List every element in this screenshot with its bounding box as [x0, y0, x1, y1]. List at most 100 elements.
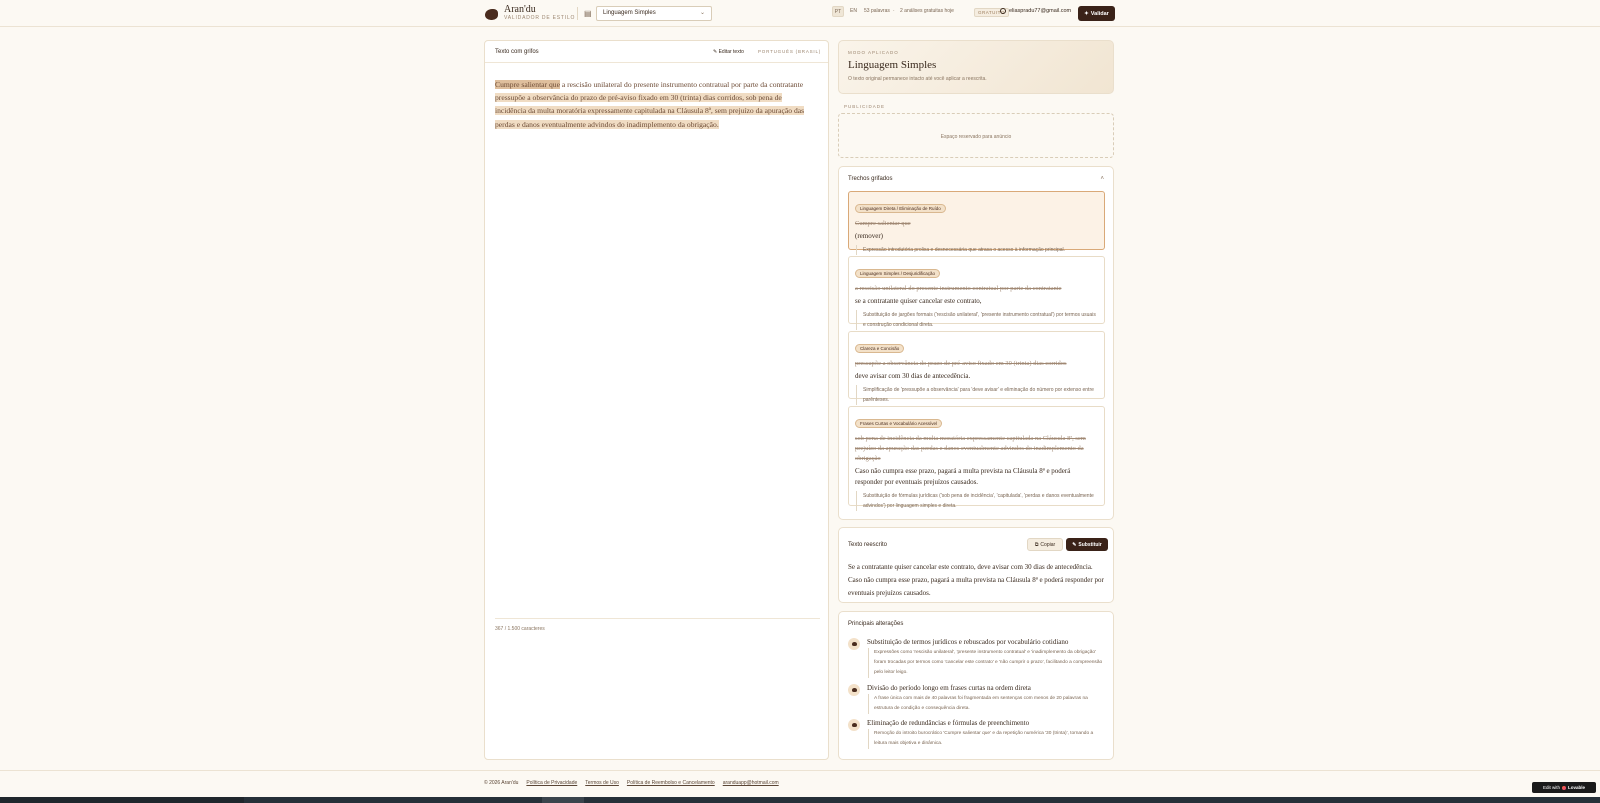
copyright: © 2026 Aran'du: [484, 780, 519, 786]
panel-header[interactable]: Trechos grifados ˄: [848, 176, 1104, 182]
lovable-logo-icon: [1562, 785, 1566, 790]
user-menu[interactable]: eliaspradu77@gmail.com: [1000, 8, 1071, 14]
refund-link[interactable]: Política de Reembolso e Cancelamento: [627, 780, 715, 786]
mode-select-value: Linguagem Simples: [603, 10, 656, 16]
sparkle-icon: ✦: [1084, 10, 1089, 17]
text-segment: a rescisão unilateral do presente instru…: [559, 80, 804, 89]
main-changes-card: Principais alterações Substituição de te…: [838, 611, 1114, 760]
change-body: Remoção do introito burocrático 'Cumpre …: [868, 729, 1104, 749]
brand-subtitle: VALIDADOR DE ESTILO: [504, 15, 576, 21]
card-title: Texto com grifos: [495, 49, 539, 55]
excerpt-tag: Frases Curtas e Vocabulário Acessível: [855, 419, 943, 428]
ad-slot[interactable]: Espaço reservado para anúncio: [838, 113, 1114, 158]
validate-label: Validar: [1090, 10, 1109, 17]
excerpt-tag: Clareza e Concisão: [855, 344, 905, 353]
excerpt-item[interactable]: Linguagem Simples / Desjuridificação a r…: [848, 256, 1105, 330]
rewritten-text: Se a contratante quiser cancelar este co…: [848, 563, 1104, 597]
mode-select[interactable]: Linguagem Simples ⌄: [596, 6, 712, 21]
os-taskbar: [0, 797, 1600, 803]
contact-email-link[interactable]: aranduapp@hotmail.com: [723, 780, 779, 786]
excerpt-tag: Linguagem Simples / Desjuridificação: [855, 269, 941, 278]
ad-placeholder-text: Espaço reservado para anúncio: [940, 134, 1012, 140]
privacy-link[interactable]: Política de Privacidade: [526, 780, 577, 786]
copy-icon: ⧉: [1034, 541, 1039, 548]
terms-link[interactable]: Termos de Uso: [585, 780, 619, 786]
excerpt-original: sob pena de incidência da multa moratóri…: [855, 435, 1086, 462]
edit-with-label: Edit with: [1542, 785, 1560, 790]
change-heading: Eliminação de redundâncias e fórmulas de…: [867, 719, 1030, 727]
applied-mode-card: MODO APLICADO Linguagem Simples O texto …: [838, 40, 1114, 94]
highlighted-text-card: Texto com grifos ✎ Editar texto PORTUGUÊ…: [484, 40, 829, 760]
panel-title: Trechos grifados: [848, 176, 893, 182]
edit-with-lovable-badge[interactable]: Edit with Lovable: [1532, 782, 1596, 793]
top-header: Aran'du VALIDADOR DE ESTILO ▤ Linguagem …: [0, 0, 1600, 27]
excerpt-reason: Substituição de fórmulas jurídicas ('sob…: [856, 491, 1098, 511]
excerpt-reason: Substituição de jargões formais ('rescis…: [856, 310, 1098, 330]
excerpt-replacement: deve avisar com 30 dias de antecedência.: [855, 372, 971, 380]
lovable-brand: Lovable: [1568, 785, 1586, 790]
pencil-icon: ✎: [713, 49, 718, 55]
lang-en-button[interactable]: EN: [850, 8, 857, 14]
applied-mode-label: MODO APLICADO: [848, 50, 899, 55]
chevron-down-icon: ⌄: [699, 10, 705, 16]
footer: © 2026 Aran'du Política de Privacidade T…: [484, 780, 779, 786]
changes-title: Principais alterações: [848, 621, 904, 627]
user-email: eliaspradu77@gmail.com: [1009, 8, 1072, 14]
change-item: Eliminação de redundâncias e fórmulas de…: [848, 719, 1106, 751]
brand-mark-icon: [848, 719, 860, 731]
replace-button[interactable]: ✎ Substituir: [1066, 538, 1108, 551]
brand-mark-icon: [848, 684, 860, 696]
highlighted-excerpts-panel: Trechos grifados ˄ Linguagem Direta / El…: [838, 166, 1114, 520]
excerpt-item[interactable]: Linguagem Direta / Eliminação de Ruído C…: [848, 191, 1105, 255]
excerpt-tag: Linguagem Direta / Eliminação de Ruído: [855, 204, 946, 213]
card-header: Texto com grifos ✎ Editar texto PORTUGUÊ…: [485, 41, 828, 63]
excerpt-item[interactable]: Clareza e Concisão pressupõe a observânc…: [848, 331, 1105, 405]
copy-label: Copiar: [1040, 541, 1056, 548]
char-count: 367 / 1.500 caracteres: [495, 626, 545, 632]
excerpt-reason: Expressão introdutória prolixa e desnece…: [856, 245, 1098, 255]
change-body: A frase única com mais de 40 palavras fo…: [868, 694, 1104, 714]
excerpt-original: Cumpre salientar que: [855, 220, 911, 227]
excerpt-original: a rescisão unilateral do presente instru…: [855, 285, 1062, 292]
chevron-up-icon[interactable]: ˄: [1100, 176, 1104, 182]
excerpt-original: pressupõe a observância do prazo de pré-…: [855, 360, 1067, 367]
applied-mode-title: Linguagem Simples: [848, 59, 937, 71]
edit-text-button[interactable]: ✎ Editar texto: [713, 49, 744, 55]
excerpt-replacement: se a contratante quiser cancelar este co…: [855, 297, 982, 305]
rewritten-text-card: Texto reescrito ⧉ Copiar ✎ Substituir Se…: [838, 527, 1114, 603]
excerpt-reason: Simplificação de 'pressupõe a observânci…: [856, 385, 1098, 405]
change-item: Divisão do período longo em frases curta…: [848, 684, 1106, 716]
divider: [495, 618, 820, 619]
change-heading: Substituição de termos jurídicos e rebus…: [867, 638, 1069, 646]
replace-icon: ✎: [1072, 541, 1077, 548]
change-item: Substituição de termos jurídicos e rebus…: [848, 638, 1106, 682]
word-count: 53 palavras: [864, 8, 890, 14]
edit-text-label: Editar texto: [718, 49, 744, 55]
ad-label: PUBLICIDADE: [844, 104, 886, 109]
applied-mode-desc: O texto original permanece intacto até v…: [848, 76, 987, 82]
book-icon: ▤: [584, 9, 592, 18]
brand[interactable]: Aran'du VALIDADOR DE ESTILO: [485, 4, 575, 22]
change-heading: Divisão do período longo em frases curta…: [867, 684, 1031, 692]
footer-divider: [0, 770, 1600, 771]
taskbar-active-app[interactable]: [542, 797, 584, 803]
language-label: PORTUGUÊS (BRASIL): [758, 49, 822, 54]
highlighted-text[interactable]: Cumpre salientar que a rescisão unilater…: [495, 78, 813, 131]
replace-label: Substituir: [1078, 541, 1102, 548]
copy-button[interactable]: ⧉ Copiar: [1027, 538, 1063, 551]
brand-mark-icon: [848, 638, 860, 650]
rewritten-title: Texto reescrito: [848, 542, 888, 548]
taskbar-segment: [244, 797, 1600, 803]
excerpt-item[interactable]: Frases Curtas e Vocabulário Acessível so…: [848, 406, 1105, 511]
change-body: Expressões como 'rescisão unilateral', '…: [868, 648, 1104, 678]
validate-button[interactable]: ✦ Validar: [1078, 6, 1115, 21]
highlight-segment[interactable]: pressupõe a observância do prazo de pré-…: [495, 93, 745, 103]
user-icon: [1000, 8, 1006, 14]
excerpt-replacement: Caso não cumpra esse prazo, pagará a mul…: [855, 467, 1071, 486]
excerpt-replacement: (remover): [855, 232, 883, 240]
brand-name: Aran'du: [504, 4, 536, 15]
separator-dot: ·: [893, 8, 895, 14]
lang-pt-button[interactable]: PT: [832, 6, 844, 17]
brand-logo-icon: [485, 8, 498, 20]
highlight-segment[interactable]: Cumpre salientar que: [495, 80, 560, 89]
